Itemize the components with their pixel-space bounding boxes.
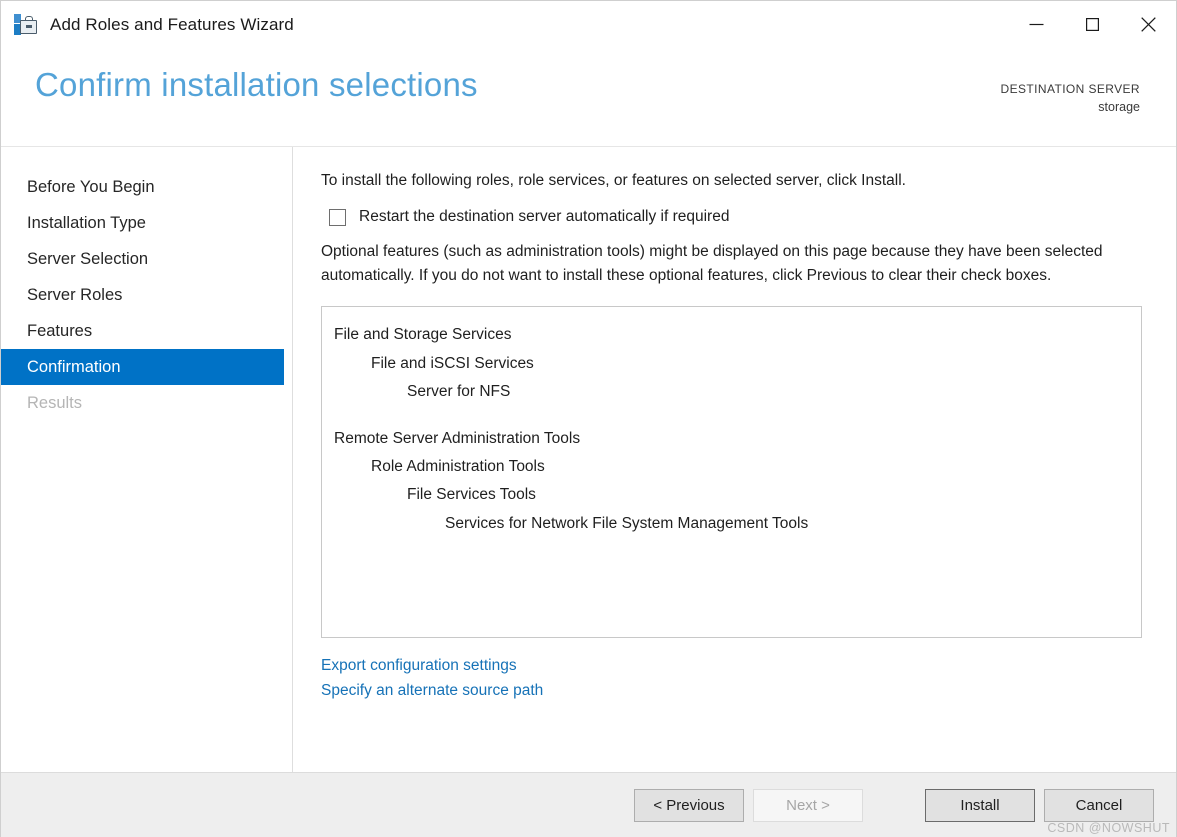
wizard-content: To install the following roles, role ser…: [293, 147, 1176, 772]
wizard-sidebar: Before You Begin Installation Type Serve…: [1, 147, 293, 772]
sidebar-item-confirmation[interactable]: Confirmation: [1, 349, 284, 385]
minimize-button[interactable]: [1008, 1, 1064, 48]
next-button: Next >: [753, 788, 863, 822]
server-toolbox-icon: [14, 13, 38, 36]
sidebar-item-server-selection[interactable]: Server Selection: [1, 241, 284, 277]
intro-text: To install the following roles, role ser…: [321, 172, 906, 189]
wizard-footer: < Previous Next > Install Cancel CSDN @N…: [1, 772, 1176, 837]
sidebar-item-results: Results: [27, 394, 83, 412]
restart-checkbox-label: Restart the destination server automatic…: [359, 208, 730, 226]
watermark: CSDN @NOWSHUT: [1047, 821, 1170, 835]
minimize-icon: [1029, 23, 1043, 26]
destination-server-value: storage: [1098, 100, 1140, 115]
list-item: Remote Server Administration Tools: [334, 429, 581, 447]
install-button[interactable]: Install: [925, 788, 1035, 822]
optional-features-note: Optional features (such as administratio…: [321, 243, 1103, 285]
sidebar-item-features[interactable]: Features: [1, 313, 284, 349]
list-item: File Services Tools: [407, 486, 536, 504]
page-title: Confirm installation selections: [35, 66, 478, 103]
sidebar-item-server-roles[interactable]: Server Roles: [1, 277, 284, 313]
selections-listbox[interactable]: File and Storage Services File and iSCSI…: [321, 306, 1142, 639]
restart-checkbox[interactable]: [329, 208, 346, 226]
maximize-icon: [1085, 18, 1099, 31]
title-bar-left: Add Roles and Features Wizard: [1, 13, 294, 36]
wizard-window: Add Roles and Features Wizard Confirm in…: [0, 0, 1177, 837]
sidebar-item-before-you-begin[interactable]: Before You Begin: [1, 169, 284, 205]
destination-server-block: DESTINATION SERVER storage: [1001, 81, 1140, 117]
window-title: Add Roles and Features Wizard: [50, 14, 294, 34]
restart-checkbox-row[interactable]: Restart the destination server automatic…: [329, 208, 1142, 226]
window-controls: [1008, 1, 1176, 48]
cancel-button[interactable]: Cancel: [1044, 788, 1154, 822]
body-area: Before You Begin Installation Type Serve…: [1, 147, 1176, 772]
title-bar: Add Roles and Features Wizard: [1, 1, 1176, 48]
page-header: Confirm installation selections DESTINAT…: [1, 48, 1176, 147]
export-configuration-settings-link[interactable]: Export configuration settings: [321, 654, 517, 679]
previous-button[interactable]: < Previous: [634, 788, 744, 822]
list-item: File and iSCSI Services: [371, 354, 534, 372]
list-item: File and Storage Services: [334, 326, 512, 344]
close-icon: [1140, 17, 1156, 32]
sidebar-item-installation-type[interactable]: Installation Type: [1, 205, 284, 241]
specify-alternate-source-path-link[interactable]: Specify an alternate source path: [321, 679, 543, 704]
close-button[interactable]: [1120, 1, 1176, 48]
list-item: Services for Network File System Managem…: [445, 514, 809, 532]
list-item: Role Administration Tools: [371, 457, 545, 475]
list-item: Server for NFS: [407, 383, 511, 401]
maximize-button[interactable]: [1064, 1, 1120, 48]
content-links: Export configuration settings Specify an…: [321, 654, 1142, 704]
destination-server-label: DESTINATION SERVER: [1000, 82, 1140, 96]
list-item-spacer: [332, 407, 1131, 425]
